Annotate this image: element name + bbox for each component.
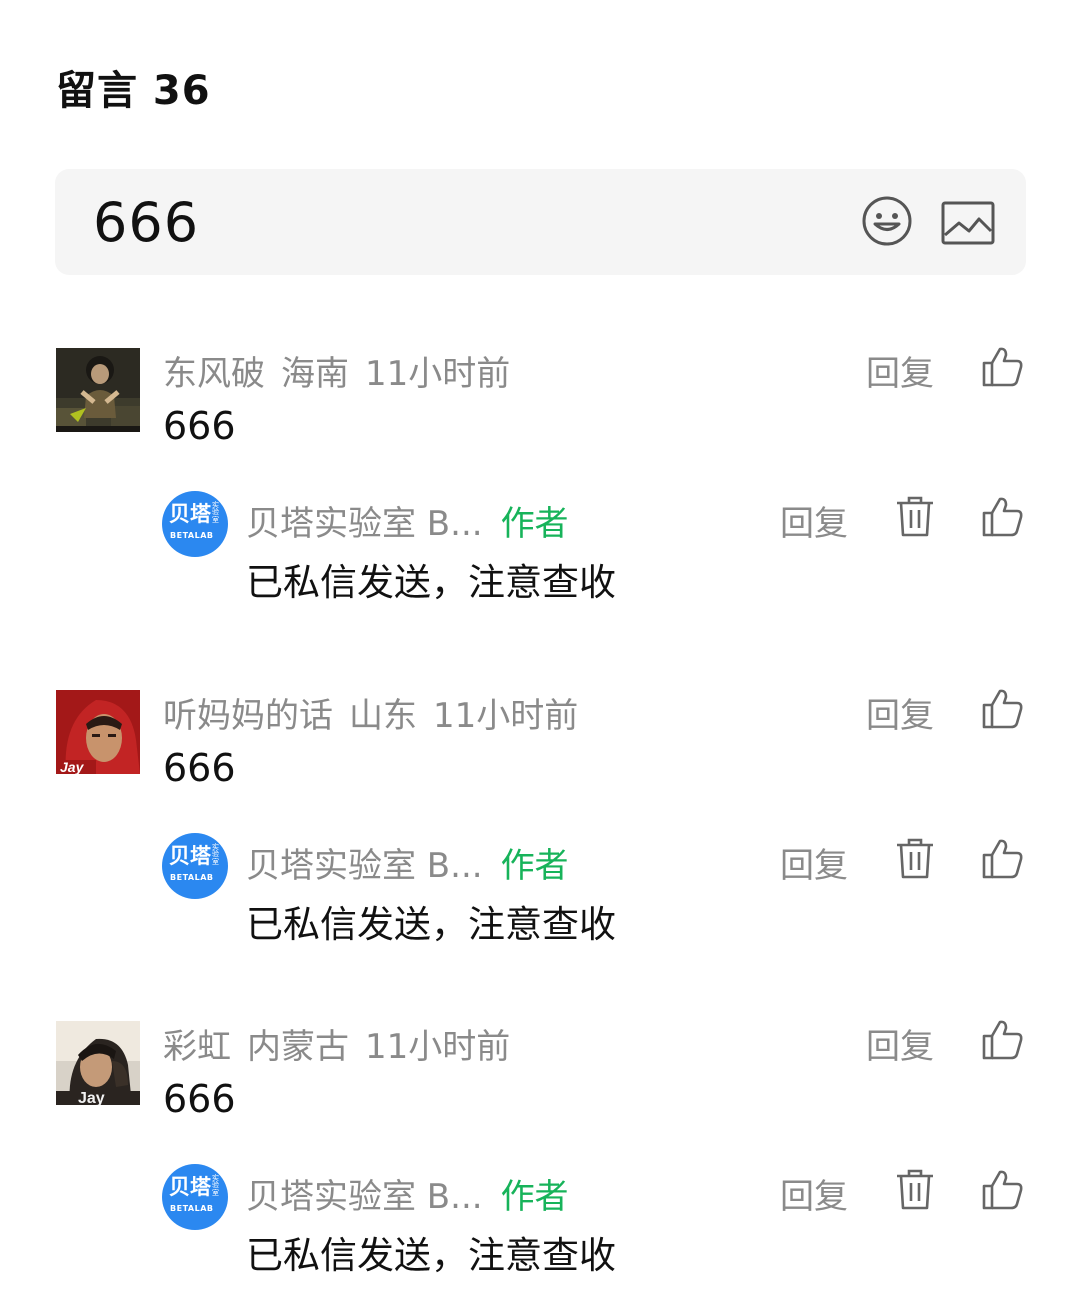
author-badge: 作者 bbox=[500, 846, 569, 886]
reply-author[interactable]: 贝塔实验室 B... bbox=[246, 504, 483, 544]
reply-button[interactable]: 回复 bbox=[866, 1019, 934, 1068]
like-icon[interactable] bbox=[980, 494, 1024, 538]
comment-location: 内蒙古 bbox=[247, 1027, 349, 1067]
comment-text: 666 bbox=[163, 404, 236, 448]
emoji-icon[interactable] bbox=[861, 195, 913, 247]
reply-button[interactable]: 回复 bbox=[866, 688, 934, 737]
comment-time: 11小时前 bbox=[365, 1027, 511, 1067]
author-avatar[interactable]: 贝塔 实验室 BETALAB bbox=[162, 491, 228, 557]
like-icon[interactable] bbox=[980, 1017, 1024, 1061]
author-avatar[interactable]: 贝塔 实验室 BETALAB bbox=[162, 833, 228, 899]
trash-icon[interactable] bbox=[893, 1167, 937, 1211]
reply-text: 已私信发送，注意查收 bbox=[246, 561, 616, 604]
author-badge: 作者 bbox=[500, 504, 569, 544]
like-icon[interactable] bbox=[980, 1167, 1024, 1211]
image-icon[interactable] bbox=[941, 201, 995, 245]
comment-meta: 听妈妈的话 山东 11小时前 bbox=[163, 688, 594, 737]
like-icon[interactable] bbox=[980, 836, 1024, 880]
author-avatar-sub: BETALAB bbox=[170, 873, 214, 882]
avatar[interactable]: Jay bbox=[56, 1021, 140, 1105]
author-avatar-sub: BETALAB bbox=[170, 531, 214, 540]
reply-button[interactable]: 回复 bbox=[780, 838, 848, 887]
avatar-text: Jay bbox=[78, 1090, 105, 1105]
comment-text: 666 bbox=[163, 1077, 236, 1121]
author-avatar-logo: 贝塔 bbox=[169, 844, 211, 868]
comment-time: 11小时前 bbox=[365, 354, 511, 394]
trash-icon[interactable] bbox=[893, 836, 937, 880]
reply-button[interactable]: 回复 bbox=[866, 346, 934, 395]
comment-time: 11小时前 bbox=[433, 696, 579, 736]
comment-meta: 彩虹 内蒙古 11小时前 bbox=[163, 1019, 526, 1068]
reply-button[interactable]: 回复 bbox=[780, 496, 848, 545]
author-avatar-small: 实验室 bbox=[212, 843, 219, 866]
author-avatar-sub: BETALAB bbox=[170, 1204, 214, 1213]
reply-meta: 贝塔实验室 B... 作者 bbox=[246, 1169, 569, 1218]
avatar[interactable]: Jay bbox=[56, 690, 140, 774]
trash-icon[interactable] bbox=[893, 494, 937, 538]
comment-author[interactable]: 东风破 bbox=[163, 354, 265, 394]
comments-title: 留言 36 bbox=[56, 68, 211, 114]
avatar[interactable] bbox=[56, 348, 140, 432]
reply-meta: 贝塔实验室 B... 作者 bbox=[246, 838, 569, 887]
reply-meta: 贝塔实验室 B... 作者 bbox=[246, 496, 569, 545]
author-avatar-small: 实验室 bbox=[212, 501, 219, 524]
comment-location: 山东 bbox=[349, 696, 417, 736]
author-avatar-logo: 贝塔 bbox=[169, 1175, 211, 1199]
comment-author[interactable]: 听妈妈的话 bbox=[163, 696, 333, 736]
author-avatar-small: 实验室 bbox=[212, 1174, 219, 1197]
comment-meta: 东风破 海南 11小时前 bbox=[163, 346, 526, 395]
avatar-text: Jay bbox=[60, 759, 85, 774]
comment-author[interactable]: 彩虹 bbox=[163, 1027, 231, 1067]
reply-button[interactable]: 回复 bbox=[780, 1169, 848, 1218]
comment-text: 666 bbox=[163, 746, 236, 790]
like-icon[interactable] bbox=[980, 686, 1024, 730]
comment-input-value[interactable]: 666 bbox=[93, 191, 199, 254]
reply-author[interactable]: 贝塔实验室 B... bbox=[246, 846, 483, 886]
author-avatar-logo: 贝塔 bbox=[169, 502, 211, 526]
reply-text: 已私信发送，注意查收 bbox=[246, 903, 616, 946]
comment-location: 海南 bbox=[281, 354, 349, 394]
reply-text: 已私信发送，注意查收 bbox=[246, 1234, 616, 1277]
like-icon[interactable] bbox=[980, 344, 1024, 388]
comment-input[interactable]: 666 bbox=[55, 169, 1026, 275]
author-badge: 作者 bbox=[500, 1177, 569, 1217]
author-avatar[interactable]: 贝塔 实验室 BETALAB bbox=[162, 1164, 228, 1230]
reply-author[interactable]: 贝塔实验室 B... bbox=[246, 1177, 483, 1217]
